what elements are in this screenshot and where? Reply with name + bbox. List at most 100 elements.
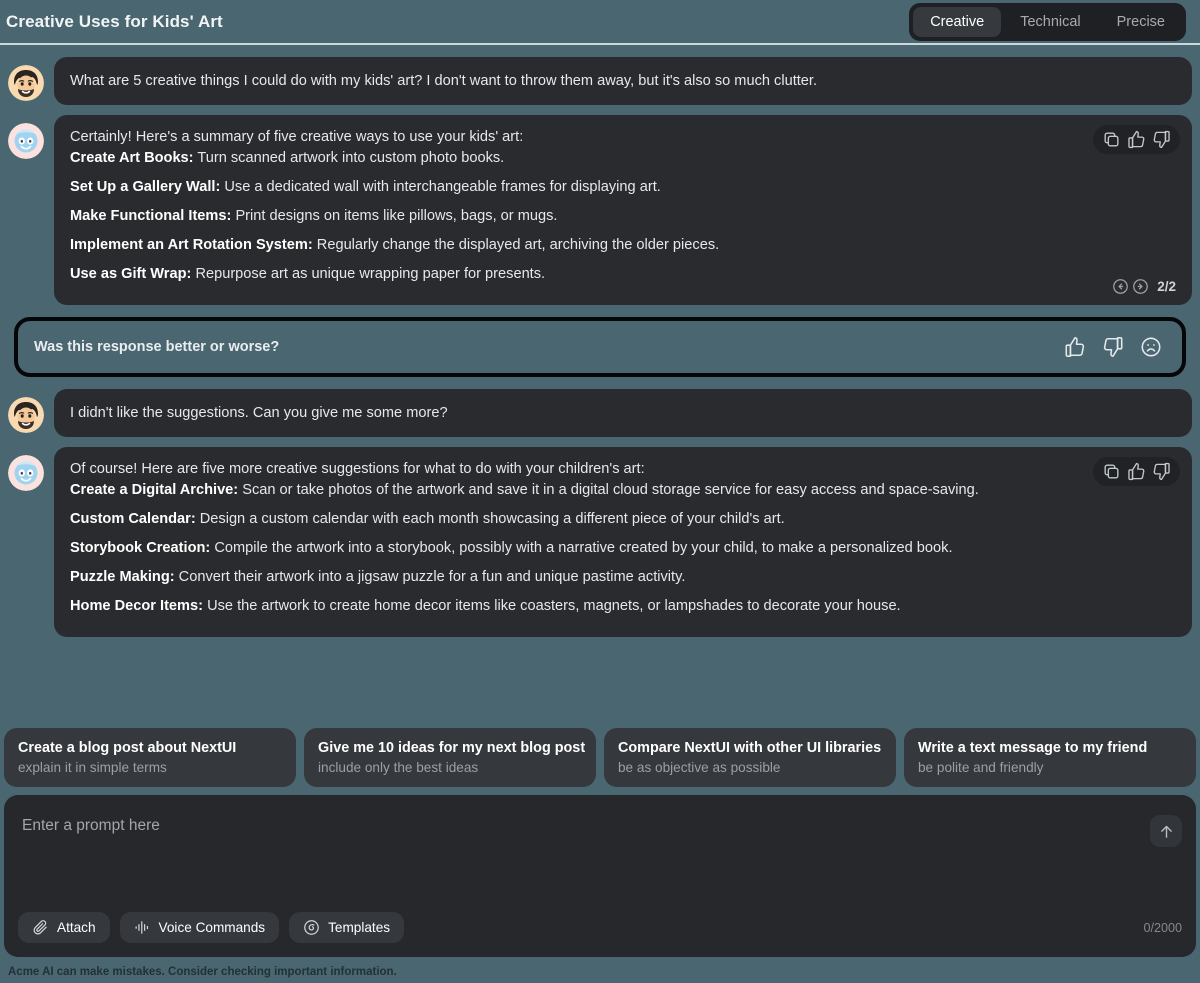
feedback-section: Was this response better or worse? bbox=[8, 315, 1192, 379]
templates-icon bbox=[303, 919, 320, 936]
list-item-term: Create Art Books: bbox=[70, 150, 194, 166]
assistant-list-item: Create Art Books: Turn scanned artwork i… bbox=[70, 148, 1176, 169]
list-item-text: Print designs on items like pillows, bag… bbox=[235, 208, 558, 224]
list-item-text: Repurpose art as unique wrapping paper f… bbox=[195, 266, 546, 282]
list-item-term: Home Decor Items: bbox=[70, 598, 204, 614]
suggestion-title: Compare NextUI with other UI libraries bbox=[618, 740, 882, 756]
footer: Acme AI can make mistakes. Consider chec… bbox=[0, 961, 1200, 983]
send-button[interactable] bbox=[1150, 815, 1182, 847]
suggestion-subtitle: include only the best ideas bbox=[318, 760, 479, 775]
feedback-thumbs-down-icon[interactable] bbox=[1102, 336, 1124, 358]
list-item-term: Make Functional Items: bbox=[70, 208, 232, 224]
feedback-question: Was this response better or worse? bbox=[34, 339, 280, 355]
list-item-term: Storybook Creation: bbox=[70, 540, 211, 556]
voice-commands-button[interactable]: Voice Commands bbox=[119, 912, 280, 943]
assistant-list-item: Storybook Creation: Compile the artwork … bbox=[70, 538, 1176, 559]
thumbs-up-icon[interactable] bbox=[1127, 130, 1146, 149]
copy-icon[interactable] bbox=[1102, 462, 1121, 481]
suggestion-title: Give me 10 ideas for my next blog post bbox=[318, 740, 586, 756]
suggestion-subtitle: explain it in simple terms bbox=[18, 760, 167, 775]
message-row-user-2: I didn't like the suggestions. Can you g… bbox=[8, 389, 1192, 437]
thumbs-up-icon[interactable] bbox=[1127, 462, 1146, 481]
message-actions bbox=[1093, 125, 1180, 154]
list-item-term: Puzzle Making: bbox=[70, 569, 175, 585]
list-item-text: Turn scanned artwork into custom photo b… bbox=[197, 150, 505, 166]
disclaimer-text: Acme AI can make mistakes. Consider chec… bbox=[8, 966, 397, 978]
assistant-message-bubble-1: Certainly! Here's a summary of five crea… bbox=[54, 115, 1192, 305]
suggestion-title: Write a text message to my friend bbox=[918, 740, 1148, 756]
app-header: Creative Uses for Kids' Art Creative Tec… bbox=[0, 0, 1200, 45]
feedback-thumbs-up-icon[interactable] bbox=[1064, 336, 1086, 358]
assistant-intro: Of course! Here are five more creative s… bbox=[70, 461, 645, 477]
user-message-text: I didn't like the suggestions. Can you g… bbox=[70, 405, 448, 421]
assistant-list-item: Custom Calendar: Design a custom calenda… bbox=[70, 509, 1176, 530]
copy-icon[interactable] bbox=[1102, 130, 1121, 149]
assistant-list-item: Puzzle Making: Convert their artwork int… bbox=[70, 567, 1176, 588]
suggestion-title: Create a blog post about NextUI bbox=[18, 740, 237, 756]
thumbs-down-icon[interactable] bbox=[1152, 130, 1171, 149]
arrow-up-icon bbox=[1160, 825, 1172, 838]
composer: Enter a prompt here Attach Voice Command… bbox=[4, 795, 1196, 957]
user-message-bubble: What are 5 creative things I could do wi… bbox=[54, 57, 1192, 105]
suggestion-subtitle: be polite and friendly bbox=[918, 760, 1044, 775]
next-response-icon[interactable] bbox=[1132, 278, 1149, 295]
list-item-text: Convert their artwork into a jigsaw puzz… bbox=[178, 569, 686, 585]
assistant-list-item: Home Decor Items: Use the artwork to cre… bbox=[70, 596, 1176, 617]
message-row-user-1: What are 5 creative things I could do wi… bbox=[8, 57, 1192, 105]
user-message-text: What are 5 creative things I could do wi… bbox=[70, 73, 818, 89]
assistant-list-item: Use as Gift Wrap: Repurpose art as uniqu… bbox=[70, 264, 1176, 285]
assistant-list-item: Implement an Art Rotation System: Regula… bbox=[70, 235, 1176, 256]
avatar-assistant bbox=[8, 455, 44, 491]
list-item-text: Scan or take photos of the artwork and s… bbox=[242, 482, 979, 498]
list-item-text: Regularly change the displayed art, arch… bbox=[316, 237, 720, 253]
character-counter: 0/2000 bbox=[1143, 920, 1182, 935]
assistant-list-item: Create a Digital Archive: Scan or take p… bbox=[70, 480, 1176, 501]
list-item-text: Compile the artwork into a storybook, po… bbox=[214, 540, 953, 556]
sad-face-icon[interactable] bbox=[1140, 336, 1162, 358]
paperclip-icon bbox=[32, 919, 49, 936]
message-list: What are 5 creative things I could do wi… bbox=[0, 45, 1200, 718]
feedback-bar: Was this response better or worse? bbox=[14, 317, 1186, 377]
chat-app: Creative Uses for Kids' Art Creative Tec… bbox=[0, 0, 1200, 983]
previous-response-icon[interactable] bbox=[1112, 278, 1129, 295]
list-item-term: Set Up a Gallery Wall: bbox=[70, 179, 221, 195]
list-item-text: Use the artwork to create home decor ite… bbox=[207, 598, 901, 614]
voice-commands-label: Voice Commands bbox=[158, 920, 266, 935]
avatar-user bbox=[8, 397, 44, 433]
thumbs-down-icon[interactable] bbox=[1152, 462, 1171, 481]
list-item-text: Use a dedicated wall with interchangeabl… bbox=[224, 179, 661, 195]
suggestion-subtitle: be as objective as possible bbox=[618, 760, 781, 775]
prompt-input[interactable]: Enter a prompt here bbox=[4, 795, 1196, 835]
list-item-term: Implement an Art Rotation System: bbox=[70, 237, 313, 253]
tab-creative[interactable]: Creative bbox=[913, 6, 1002, 37]
suggestion-card-4[interactable]: Write a text message to my friend be pol… bbox=[904, 728, 1196, 787]
tab-precise[interactable]: Precise bbox=[1100, 7, 1182, 37]
assistant-intro: Certainly! Here's a summary of five crea… bbox=[70, 129, 524, 145]
suggestion-card-1[interactable]: Create a blog post about NextUI explain … bbox=[4, 728, 296, 787]
suggestion-card-2[interactable]: Give me 10 ideas for my next blog post i… bbox=[304, 728, 596, 787]
feedback-icons bbox=[1064, 336, 1162, 358]
avatar-assistant bbox=[8, 123, 44, 159]
response-pager: 2/2 bbox=[1112, 278, 1176, 295]
composer-toolbar: Attach Voice Commands Templates 0/2000 bbox=[4, 912, 1196, 957]
mode-tabs: Creative Technical Precise bbox=[909, 2, 1186, 41]
templates-button[interactable]: Templates bbox=[289, 912, 405, 943]
attach-button[interactable]: Attach bbox=[18, 912, 110, 943]
assistant-list-item: Set Up a Gallery Wall: Use a dedicated w… bbox=[70, 177, 1176, 198]
pager-count: 2/2 bbox=[1157, 279, 1176, 294]
tab-technical[interactable]: Technical bbox=[1003, 7, 1097, 37]
assistant-message-bubble-2: Of course! Here are five more creative s… bbox=[54, 447, 1192, 637]
templates-label: Templates bbox=[328, 920, 391, 935]
composer-tools: Attach Voice Commands Templates bbox=[18, 912, 405, 943]
suggestion-card-3[interactable]: Compare NextUI with other UI libraries b… bbox=[604, 728, 896, 787]
assistant-list-item: Make Functional Items: Print designs on … bbox=[70, 206, 1176, 227]
message-row-assistant-1: Certainly! Here's a summary of five crea… bbox=[8, 115, 1192, 305]
message-actions bbox=[1093, 457, 1180, 486]
list-item-term: Create a Digital Archive: bbox=[70, 482, 239, 498]
list-item-term: Use as Gift Wrap: bbox=[70, 266, 192, 282]
user-message-bubble: I didn't like the suggestions. Can you g… bbox=[54, 389, 1192, 437]
list-item-text: Design a custom calendar with each month… bbox=[199, 511, 785, 527]
attach-label: Attach bbox=[57, 920, 96, 935]
suggestion-cards: Create a blog post about NextUI explain … bbox=[0, 718, 1200, 795]
list-item-term: Custom Calendar: bbox=[70, 511, 196, 527]
